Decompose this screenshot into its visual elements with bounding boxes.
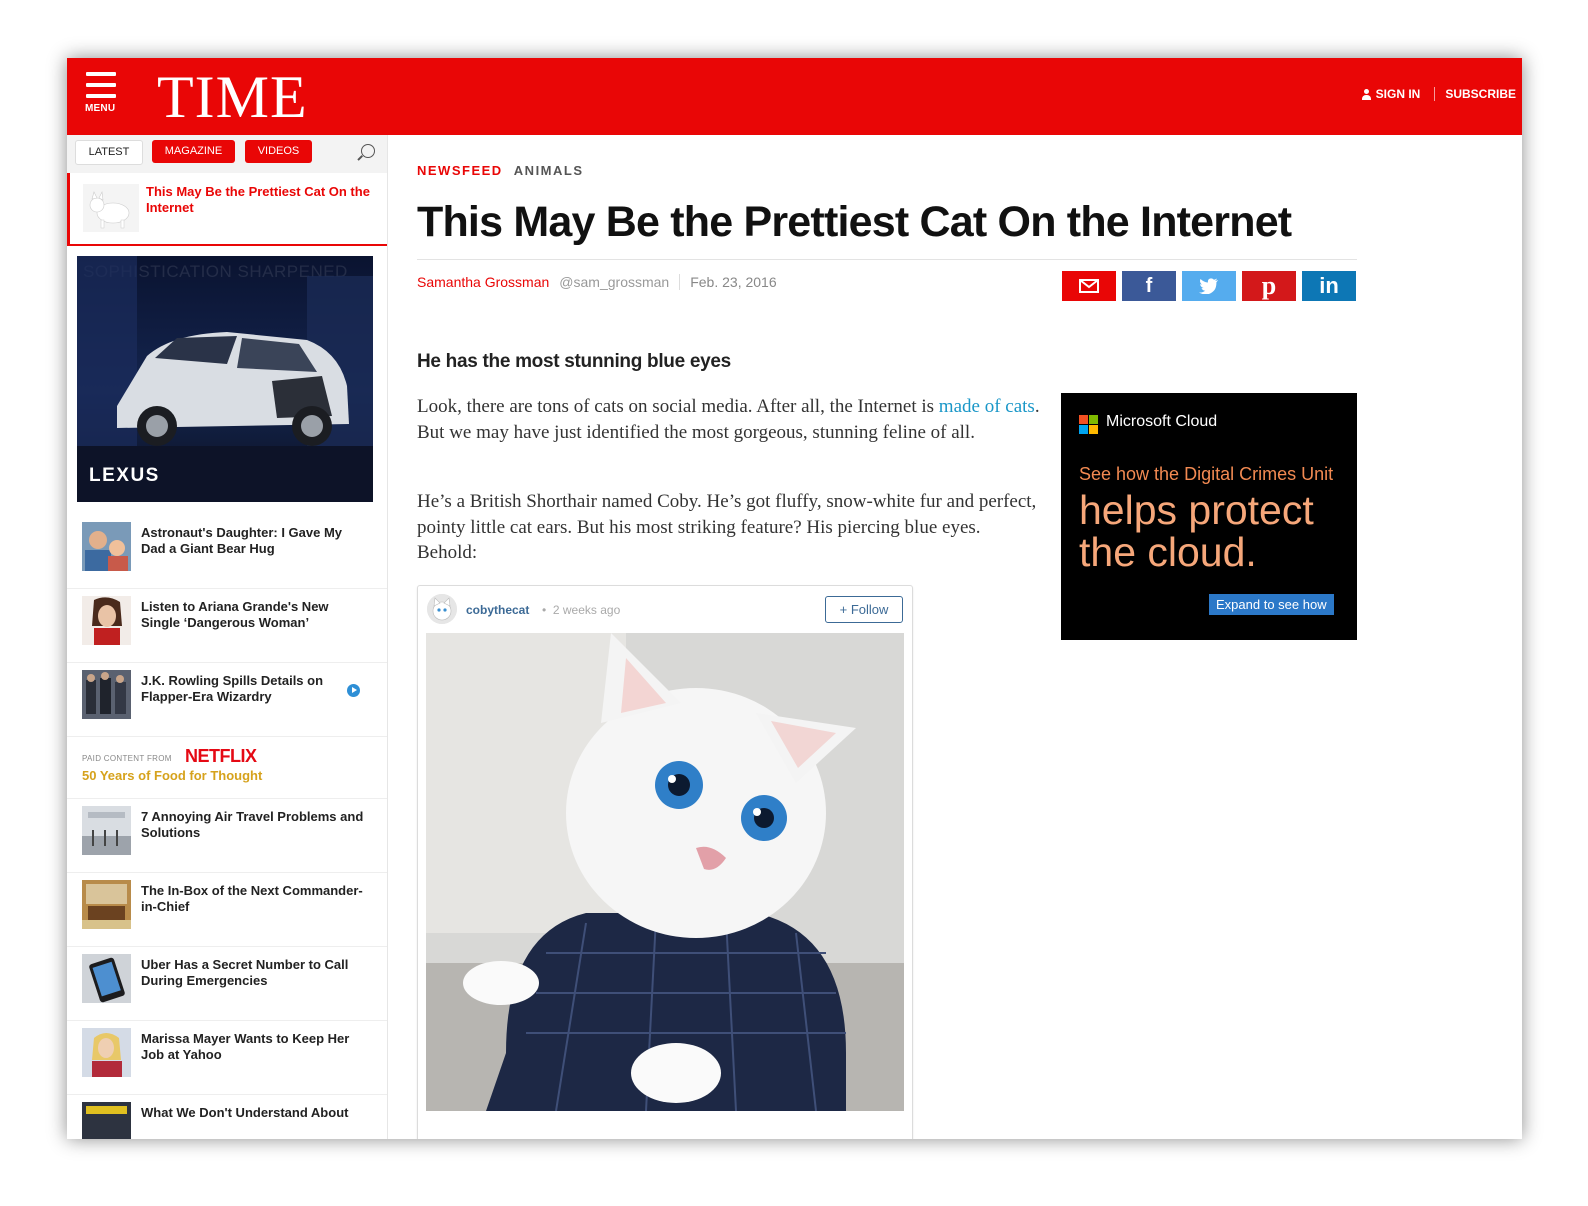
thumbnail-partial [82, 1102, 131, 1139]
author-handle[interactable]: @sam_grossman [559, 274, 681, 290]
list-item[interactable]: Astronaut's Daughter: I Gave My Dad a Gi… [67, 515, 387, 589]
thumbnail-phone [82, 954, 131, 1003]
article: NEWSFEED ANIMALS This May Be the Prettie… [417, 135, 1517, 1139]
instagram-embed: cobythecat • 2 weeks ago + Follow [417, 585, 913, 1139]
article-headline: This May Be the Prettiest Cat On the Int… [417, 198, 1292, 246]
subsection-link[interactable]: ANIMALS [514, 163, 584, 178]
thumbnail-rowling [82, 670, 131, 719]
author-link[interactable]: Samantha Grossman [417, 274, 549, 290]
list-item-title: Astronaut's Daughter: I Gave My Dad a Gi… [141, 525, 343, 556]
instagram-username[interactable]: cobythecat [466, 603, 529, 617]
sidebar-tabs: LATEST MAGAZINE VIDEOS [67, 135, 387, 173]
time-ago: 2 weeks ago [552, 603, 621, 617]
separator: • [542, 603, 547, 617]
list-item[interactable]: What We Don't Understand About [67, 1095, 387, 1139]
paid-content-label: PAID CONTENT FROM [82, 754, 172, 763]
browser-page: MENU TIME SIGN IN SUBSCRIBE LATEST MAGAZ… [67, 58, 1522, 1139]
paragraph-2: He’s a British Shorthair named Coby. He’… [417, 491, 1037, 563]
sign-in-link[interactable]: SIGN IN [1361, 87, 1436, 101]
account-nav: SIGN IN SUBSCRIBE [1361, 87, 1516, 101]
sidebar-active-article[interactable]: This May Be the Prettiest Cat On the Int… [67, 173, 387, 246]
byline: Samantha Grossman @sam_grossman Feb. 23,… [417, 274, 777, 290]
share-facebook-button[interactable]: f [1122, 271, 1176, 301]
share-linkedin-button[interactable]: in [1302, 271, 1356, 301]
follow-button[interactable]: + Follow [825, 596, 903, 623]
list-item[interactable]: Listen to Ariana Grande's New Single ‘Da… [67, 589, 387, 663]
ad-headline: helps protect the cloud. [1079, 487, 1314, 575]
section-link[interactable]: NEWSFEED [417, 163, 503, 178]
twitter-icon [1199, 278, 1218, 294]
menu-label: MENU [85, 103, 116, 114]
pinterest-icon: p [1261, 271, 1277, 300]
cat-avatar-icon [427, 594, 457, 624]
cat-image [426, 633, 904, 1111]
sponsored-item[interactable]: PAID CONTENT FROM NETFLIX 50 Years of Fo… [67, 737, 387, 799]
sidebar-active-title: This May Be the Prettiest Cat On the Int… [146, 184, 370, 215]
thumbnail-airport [82, 806, 131, 855]
lexus-logo: LEXUS [89, 465, 160, 486]
thumbnail-ariana [82, 596, 131, 645]
mail-icon [1079, 279, 1099, 293]
share-pinterest-button[interactable]: p [1242, 271, 1296, 301]
sponsored-title: 50 Years of Food for Thought [82, 768, 263, 783]
made-of-cats-link[interactable]: made of cats [939, 396, 1035, 417]
thumbnail-oval-office [82, 880, 131, 929]
post-time: • 2 weeks ago [542, 603, 620, 617]
list-item[interactable]: 7 Annoying Air Travel Problems and Solut… [67, 799, 387, 873]
list-item-title: The In-Box of the Next Commander-in-Chie… [141, 883, 363, 914]
section-kicker: NEWSFEED ANIMALS [417, 163, 584, 178]
thumbnail-mayer [82, 1028, 131, 1077]
time-logo[interactable]: TIME [157, 62, 308, 132]
microsoft-cloud-ad[interactable]: Microsoft Cloud See how the Digital Crim… [1061, 393, 1357, 640]
paragraph-text: Look, there are tons of cats on social m… [417, 396, 939, 417]
list-item-title: Listen to Ariana Grande's New Single ‘Da… [141, 599, 329, 630]
ad-brand: Microsoft Cloud [1106, 413, 1218, 430]
share-email-button[interactable] [1062, 271, 1116, 301]
search-icon[interactable] [361, 144, 375, 158]
sidebar-list: Astronaut's Daughter: I Gave My Dad a Gi… [67, 515, 387, 1139]
tab-latest[interactable]: LATEST [75, 140, 143, 165]
article-dek: He has the most stunning blue eyes [417, 351, 731, 372]
list-item[interactable]: Marissa Mayer Wants to Keep Her Job at Y… [67, 1021, 387, 1095]
ad-line1: See how the Digital Crimes Unit [1079, 464, 1334, 484]
menu-button[interactable]: MENU [85, 72, 119, 120]
list-item-title: Uber Has a Secret Number to Call During … [141, 957, 349, 988]
linkedin-icon: in [1319, 273, 1339, 298]
list-item-title: What We Don't Understand About [141, 1105, 349, 1120]
site-header: MENU TIME SIGN IN SUBSCRIBE [67, 58, 1522, 135]
thumbnail-astronaut [82, 522, 131, 571]
sidebar: LATEST MAGAZINE VIDEOS This May Be the P… [67, 135, 388, 1139]
paragraph-1: Look, there are tons of cats on social m… [417, 394, 1043, 445]
publish-date: Feb. 23, 2016 [690, 274, 777, 290]
microsoft-logo-icon [1079, 415, 1098, 434]
avatar[interactable] [427, 594, 457, 624]
play-icon[interactable] [347, 684, 360, 697]
sign-in-label: SIGN IN [1375, 87, 1421, 101]
ad-cta-button[interactable]: Expand to see how [1209, 594, 1334, 615]
list-item[interactable]: Uber Has a Secret Number to Call During … [67, 947, 387, 1021]
lexus-ad[interactable]: SOPHISTICATION SHARPENED LEXUS [77, 256, 373, 502]
list-item[interactable]: The In-Box of the Next Commander-in-Chie… [67, 873, 387, 947]
cat-thumbnail [83, 184, 139, 232]
subscribe-link[interactable]: SUBSCRIBE [1435, 87, 1516, 101]
tab-magazine[interactable]: MAGAZINE [152, 140, 235, 163]
cat-photo[interactable] [426, 633, 904, 1111]
share-twitter-button[interactable] [1182, 271, 1236, 301]
hamburger-icon [85, 72, 119, 98]
facebook-icon: f [1145, 274, 1153, 297]
netflix-logo: NETFLIX [185, 746, 257, 766]
list-item[interactable]: J.K. Rowling Spills Details on Flapper-E… [67, 663, 387, 737]
list-item-title: Marissa Mayer Wants to Keep Her Job at Y… [141, 1031, 350, 1062]
divider [417, 259, 1357, 260]
tab-videos[interactable]: VIDEOS [245, 140, 312, 163]
person-icon [1361, 88, 1372, 100]
list-item-title: 7 Annoying Air Travel Problems and Solut… [141, 809, 364, 840]
list-item-title: J.K. Rowling Spills Details on Flapper-E… [141, 673, 324, 704]
